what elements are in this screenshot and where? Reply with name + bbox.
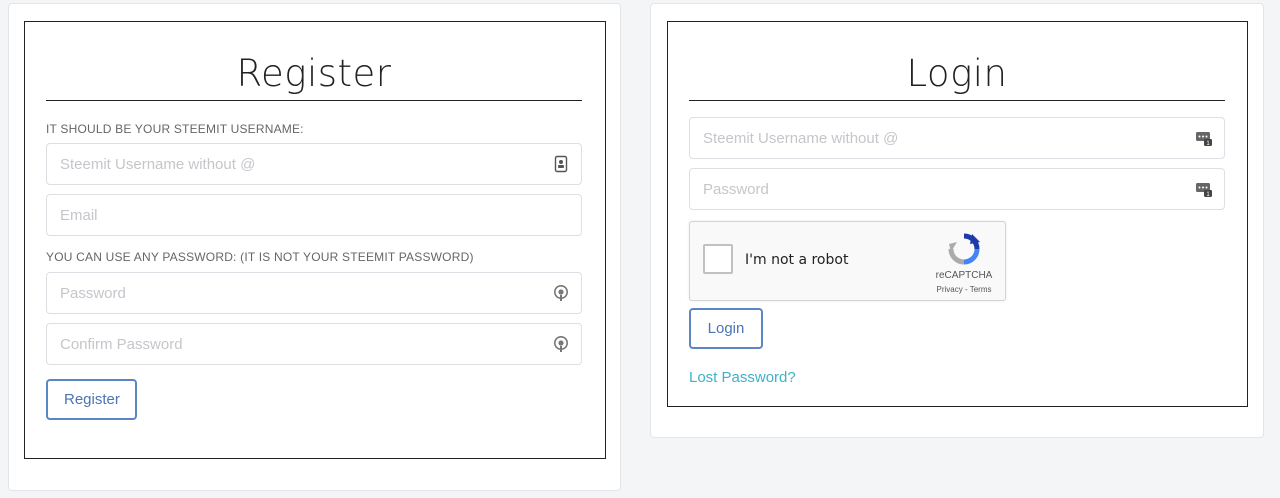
password-manager-icon: 1	[1196, 183, 1212, 198]
key-icon	[554, 285, 568, 301]
password-manager-icon: 1	[1196, 132, 1212, 147]
login-username-field[interactable]: 1	[689, 117, 1225, 159]
login-password-field[interactable]: 1	[689, 168, 1225, 210]
confirm-password-input[interactable]	[47, 324, 581, 364]
email-field[interactable]	[46, 194, 582, 236]
recaptcha-label: I'm not a robot	[745, 252, 849, 268]
title-divider	[46, 100, 582, 101]
register-username-field[interactable]	[46, 143, 582, 185]
register-username-input[interactable]	[47, 144, 581, 184]
register-password-input[interactable]	[47, 273, 581, 313]
recaptcha-widget: I'm not a robot reCAPTCHA Privacy - Term…	[689, 221, 1006, 301]
login-button[interactable]: Login	[689, 308, 763, 349]
title-divider	[689, 100, 1225, 101]
recaptcha-brand: reCAPTCHA	[935, 270, 993, 281]
login-form: Login 1 1	[667, 21, 1248, 407]
register-button[interactable]: Register	[46, 379, 137, 420]
email-input[interactable]	[47, 195, 581, 235]
register-form: Register IT SHOULD BE YOUR STEEMIT USERN…	[24, 21, 606, 459]
register-password-field[interactable]	[46, 272, 582, 314]
contact-card-icon	[554, 155, 568, 173]
recaptcha-logo-icon	[948, 233, 980, 265]
password-hint: YOU CAN USE ANY PASSWORD: (IT IS NOT YOU…	[46, 250, 474, 264]
lost-password-link[interactable]: Lost Password?	[689, 369, 796, 386]
recaptcha-terms-link[interactable]: Privacy - Terms	[926, 285, 1002, 294]
login-username-input[interactable]	[690, 118, 1224, 158]
register-title: Register	[236, 52, 392, 95]
register-panel: Register IT SHOULD BE YOUR STEEMIT USERN…	[8, 3, 621, 491]
confirm-password-field[interactable]	[46, 323, 582, 365]
recaptcha-checkbox[interactable]	[703, 244, 733, 274]
key-icon	[554, 336, 568, 352]
login-panel: Login 1 1	[650, 3, 1264, 438]
login-title: Login	[906, 52, 1008, 95]
login-password-input[interactable]	[690, 169, 1224, 209]
username-hint: IT SHOULD BE YOUR STEEMIT USERNAME:	[46, 122, 304, 136]
